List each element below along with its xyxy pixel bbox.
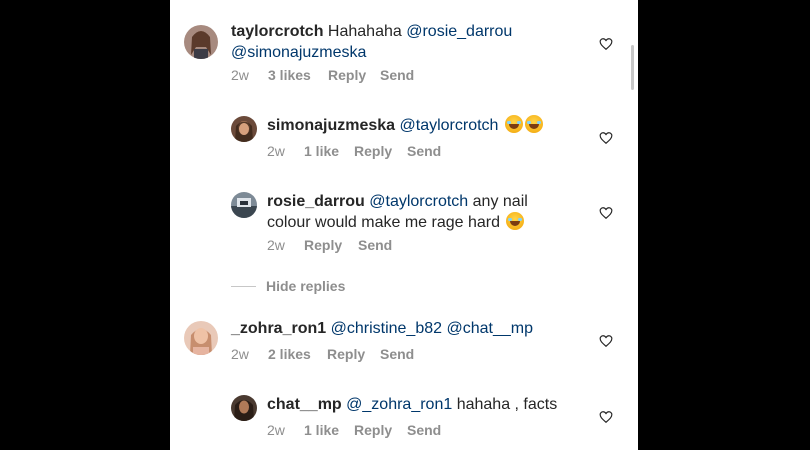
comment-meta: 2w 1 like Reply Send bbox=[267, 422, 441, 438]
reply-button[interactable]: Reply bbox=[354, 422, 407, 438]
send-button[interactable]: Send bbox=[380, 67, 414, 83]
timestamp: 2w bbox=[267, 422, 285, 438]
send-button[interactable]: Send bbox=[358, 237, 392, 253]
likes-count[interactable]: 1 like bbox=[304, 422, 354, 438]
avatar[interactable] bbox=[231, 192, 257, 218]
username-link[interactable]: taylorcrotch bbox=[231, 23, 323, 40]
comment-text: rosie_darrou @taylorcrotch any nail colo… bbox=[267, 191, 567, 233]
timestamp: 2w bbox=[231, 346, 249, 362]
avatar[interactable] bbox=[184, 25, 218, 59]
mention-link[interactable]: @rosie_darrou bbox=[406, 23, 512, 40]
send-button[interactable]: Send bbox=[407, 143, 441, 159]
comment-body: colour would make me rage hard bbox=[267, 214, 501, 231]
mention-link[interactable]: @taylorcrotch bbox=[400, 117, 499, 134]
comment-meta: 2w 1 like Reply Send bbox=[267, 143, 441, 159]
hide-replies-divider bbox=[231, 286, 256, 287]
comment-body: hahaha , facts bbox=[456, 396, 558, 413]
timestamp: 2w bbox=[267, 237, 285, 253]
likes-count[interactable]: 1 like bbox=[304, 143, 354, 159]
reply-button[interactable]: Reply bbox=[327, 346, 380, 362]
username-link[interactable]: _zohra_ron1 bbox=[231, 320, 326, 337]
comment-meta: 2w Reply Send bbox=[267, 237, 392, 253]
comments-panel: taylorcrotch Hahahaha @rosie_darrou @sim… bbox=[170, 0, 638, 450]
mention-link[interactable]: @simonajuzmeska bbox=[231, 44, 366, 61]
comment-text: chat__mp @_zohra_ron1 hahaha , facts bbox=[267, 394, 587, 415]
comment-body: any nail bbox=[472, 193, 528, 210]
hide-replies-button[interactable]: Hide replies bbox=[266, 278, 345, 294]
laughing-tears-icon bbox=[524, 115, 543, 133]
username-link[interactable]: rosie_darrou bbox=[267, 193, 365, 210]
username-link[interactable]: chat__mp bbox=[267, 396, 342, 413]
comment-text: taylorcrotch Hahahaha @rosie_darrou @sim… bbox=[231, 21, 561, 63]
mention-link[interactable]: @chat__mp bbox=[446, 320, 533, 337]
timestamp: 2w bbox=[267, 143, 285, 159]
comment-meta: 2w 2 likes Reply Send bbox=[231, 346, 414, 362]
laughing-tears-icon bbox=[504, 115, 523, 133]
like-heart-icon[interactable] bbox=[599, 131, 613, 145]
laughing-tears-icon bbox=[506, 212, 525, 230]
mention-link[interactable]: @taylorcrotch bbox=[369, 193, 468, 210]
like-heart-icon[interactable] bbox=[599, 334, 613, 348]
like-heart-icon[interactable] bbox=[599, 410, 613, 424]
mention-link[interactable]: @_zohra_ron1 bbox=[346, 396, 452, 413]
comment-body: Hahahaha bbox=[327, 23, 402, 40]
like-heart-icon[interactable] bbox=[599, 206, 613, 220]
comment-text: _zohra_ron1 @christine_b82 @chat__mp bbox=[231, 318, 561, 339]
like-heart-icon[interactable] bbox=[599, 37, 613, 51]
likes-count[interactable]: 2 likes bbox=[268, 346, 327, 362]
comment-text: simonajuzmeska @taylorcrotch bbox=[267, 115, 567, 136]
comment-meta: 2w 3 likes Reply Send bbox=[231, 67, 414, 83]
avatar[interactable] bbox=[231, 395, 257, 421]
avatar[interactable] bbox=[184, 321, 218, 355]
username-link[interactable]: simonajuzmeska bbox=[267, 117, 395, 134]
reply-button[interactable]: Reply bbox=[304, 237, 358, 253]
scrollbar[interactable] bbox=[631, 45, 634, 90]
mention-link[interactable]: @christine_b82 bbox=[331, 320, 442, 337]
likes-count[interactable]: 3 likes bbox=[268, 67, 328, 83]
reply-button[interactable]: Reply bbox=[328, 67, 380, 83]
timestamp: 2w bbox=[231, 67, 249, 83]
send-button[interactable]: Send bbox=[407, 422, 441, 438]
avatar[interactable] bbox=[231, 116, 257, 142]
reply-button[interactable]: Reply bbox=[354, 143, 407, 159]
send-button[interactable]: Send bbox=[380, 346, 414, 362]
